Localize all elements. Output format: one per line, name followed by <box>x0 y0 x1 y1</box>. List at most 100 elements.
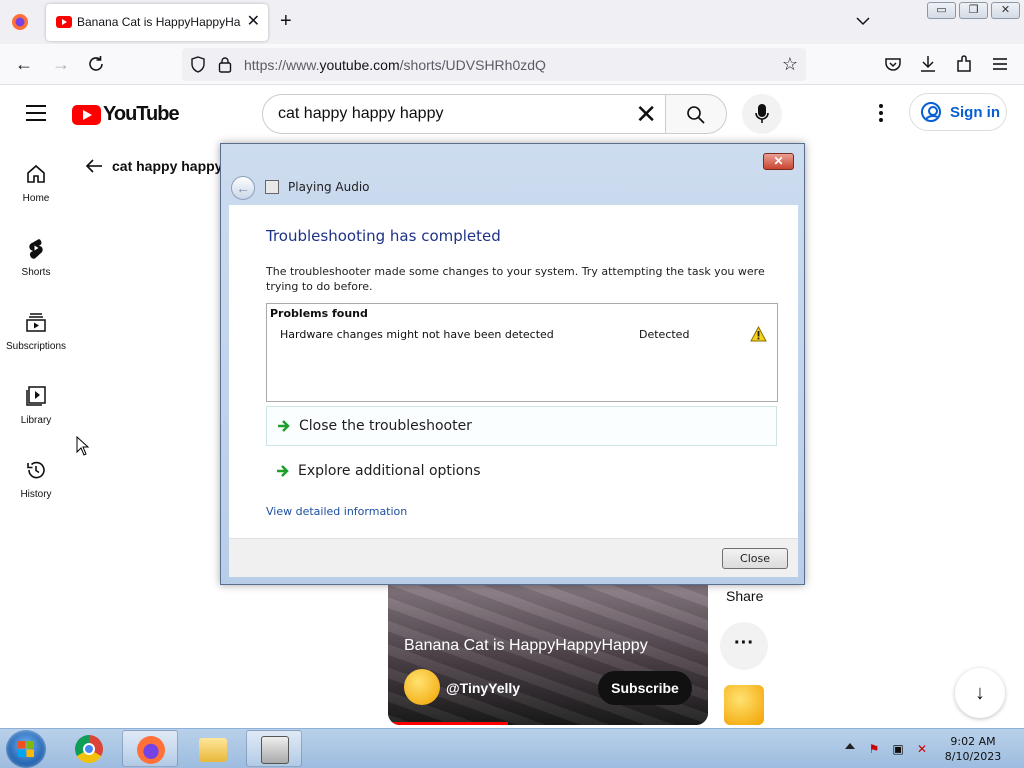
volume-muted-icon[interactable]: ✕ <box>914 742 930 756</box>
minimize-button[interactable]: ▭ <box>927 2 956 19</box>
option-label: Close the troubleshooter <box>299 418 472 434</box>
sidebar-item-label: Library <box>20 415 52 426</box>
clock-time: 9:02 AM <box>950 735 996 748</box>
green-arrow-icon <box>278 420 290 432</box>
browser-tab-active[interactable]: Banana Cat is HappyHappyHappy ✕ <box>46 4 268 41</box>
reload-icon[interactable] <box>85 53 107 75</box>
view-detailed-information-link[interactable]: View detailed information <box>266 505 407 518</box>
url-bar[interactable]: https://www.youtube.com/shorts/UDVSHRh0z… <box>182 48 806 81</box>
new-tab-button[interactable]: + <box>280 10 292 32</box>
network-icon[interactable]: ▣ <box>890 742 906 756</box>
tab-title: Banana Cat is HappyHappyHappy <box>77 15 241 29</box>
sidebar-item-shorts[interactable]: Shorts <box>0 237 72 278</box>
shield-icon[interactable] <box>190 56 206 73</box>
sidebar-item-home[interactable]: Home <box>0 163 72 204</box>
youtube-header: YouTube cat happy happy happy ✕ Sign in <box>0 85 1024 141</box>
video-progress-bar[interactable] <box>388 722 508 725</box>
taskbar-troubleshooter[interactable] <box>246 730 302 767</box>
close-troubleshooter-option[interactable]: Close the troubleshooter <box>266 406 777 446</box>
channel-name[interactable]: @TinyYelly <box>446 680 520 696</box>
search-button[interactable] <box>665 94 727 134</box>
taskbar-explorer[interactable] <box>185 730 241 767</box>
next-video-button[interactable]: ↓ <box>955 668 1005 718</box>
firefox-icon <box>137 736 165 764</box>
close-button[interactable]: Close <box>722 548 788 569</box>
windows-logo-icon <box>18 741 34 757</box>
restore-button[interactable]: ❐ <box>959 2 988 19</box>
firefox-menu-icon[interactable] <box>10 12 30 32</box>
sound-avatar[interactable] <box>724 685 764 725</box>
url-prefix: https://www. <box>244 57 320 73</box>
short-video-player[interactable]: Banana Cat is HappyHappyHappy @TinyYelly… <box>388 585 708 725</box>
more-actions-button[interactable]: ··· <box>720 622 768 670</box>
lock-icon[interactable] <box>218 56 232 73</box>
browser-tab-bar: Banana Cat is HappyHappyHappy ✕ + ▭ ❐ ✕ <box>0 0 1024 44</box>
taskbar-chrome[interactable] <box>61 730 117 767</box>
explore-options-option[interactable]: Explore additional options <box>266 452 777 492</box>
problem-name[interactable]: Hardware changes might not have been det… <box>280 328 554 341</box>
option-label: Explore additional options <box>298 463 481 479</box>
problems-found-box: Problems found Hardware changes might no… <box>266 303 778 402</box>
dialog-back-icon[interactable]: ← <box>231 176 255 200</box>
windows-taskbar: ⚑ ▣ ✕ 9:02 AM 8/10/2023 <box>0 728 1024 768</box>
youtube-play-icon <box>72 104 101 125</box>
pocket-icon[interactable] <box>882 53 904 75</box>
extensions-icon[interactable] <box>953 53 975 75</box>
sign-in-label: Sign in <box>950 104 1000 121</box>
bookmark-star-icon[interactable]: ☆ <box>782 54 798 75</box>
warning-icon <box>750 326 767 342</box>
subscribe-button[interactable]: Subscribe <box>598 671 692 705</box>
app-menu-icon[interactable] <box>989 53 1011 75</box>
troubleshooter-dialog: ✕ ← Playing Audio Troubleshooting has co… <box>220 143 805 585</box>
system-clock[interactable]: 9:02 AM 8/10/2023 <box>940 734 1006 764</box>
share-label[interactable]: Share <box>726 588 763 604</box>
dialog-close-x-button[interactable]: ✕ <box>763 153 794 170</box>
dialog-body: Troubleshooting has completed The troubl… <box>229 205 798 538</box>
forward-arrow-icon[interactable]: → <box>50 53 72 75</box>
url-path: /shorts/UDVSHRh0zdQ <box>399 57 546 73</box>
window-close-button[interactable]: ✕ <box>991 2 1020 19</box>
search-input[interactable]: cat happy happy happy ✕ <box>262 94 666 134</box>
start-button[interactable] <box>6 730 46 768</box>
url-text[interactable]: https://www.youtube.com/shorts/UDVSHRh0z… <box>244 57 546 73</box>
browser-nav-bar: ← → https://www.youtube.com/shorts/UDVSH… <box>0 44 1024 85</box>
chevron-down-icon[interactable] <box>856 14 870 28</box>
taskbar-firefox[interactable] <box>122 730 178 767</box>
back-arrow-icon[interactable]: ← <box>13 53 35 75</box>
sidebar-item-subscriptions[interactable]: Subscriptions <box>0 311 72 352</box>
voice-search-button[interactable] <box>742 94 782 134</box>
guide-menu-icon[interactable] <box>26 105 46 121</box>
youtube-logo-text: YouTube <box>103 103 180 125</box>
sidebar-item-label: History <box>20 489 52 500</box>
problem-status: Detected <box>639 328 690 341</box>
settings-kebab-icon[interactable] <box>878 104 884 124</box>
channel-avatar[interactable] <box>404 669 440 705</box>
search-icon <box>687 106 705 124</box>
sidebar-item-library[interactable]: Library <box>0 385 72 426</box>
youtube-logo[interactable]: YouTube <box>72 103 180 126</box>
show-hidden-icons[interactable] <box>845 743 855 749</box>
back-arrow-icon[interactable] <box>84 156 104 176</box>
sign-in-button[interactable]: Sign in <box>909 93 1007 131</box>
sidebar-item-label: Home <box>22 193 50 204</box>
video-title[interactable]: Banana Cat is HappyHappyHappy <box>404 637 648 655</box>
chrome-center <box>83 743 95 755</box>
search-results-back[interactable]: cat happy happy h <box>84 156 235 176</box>
account-icon <box>921 102 941 122</box>
sidebar-item-label: Subscriptions <box>5 341 67 352</box>
green-arrow-icon <box>277 465 289 477</box>
microphone-icon <box>755 104 769 123</box>
tab-close-icon[interactable]: ✕ <box>247 13 260 31</box>
library-icon <box>26 386 46 406</box>
problems-header: Problems found <box>270 307 368 320</box>
clear-search-icon[interactable]: ✕ <box>635 99 657 129</box>
sidebar-item-label: Shorts <box>21 267 51 278</box>
dialog-description: The troubleshooter made some changes to … <box>266 265 765 293</box>
action-center-flag-icon[interactable]: ⚑ <box>866 742 882 756</box>
downloads-icon[interactable] <box>917 53 939 75</box>
folder-icon <box>199 738 227 762</box>
back-row-label: cat happy happy h <box>112 158 235 174</box>
speaker-app-icon <box>265 180 279 194</box>
sidebar-item-history[interactable]: History <box>0 459 72 500</box>
dialog-heading: Troubleshooting has completed <box>266 227 501 245</box>
